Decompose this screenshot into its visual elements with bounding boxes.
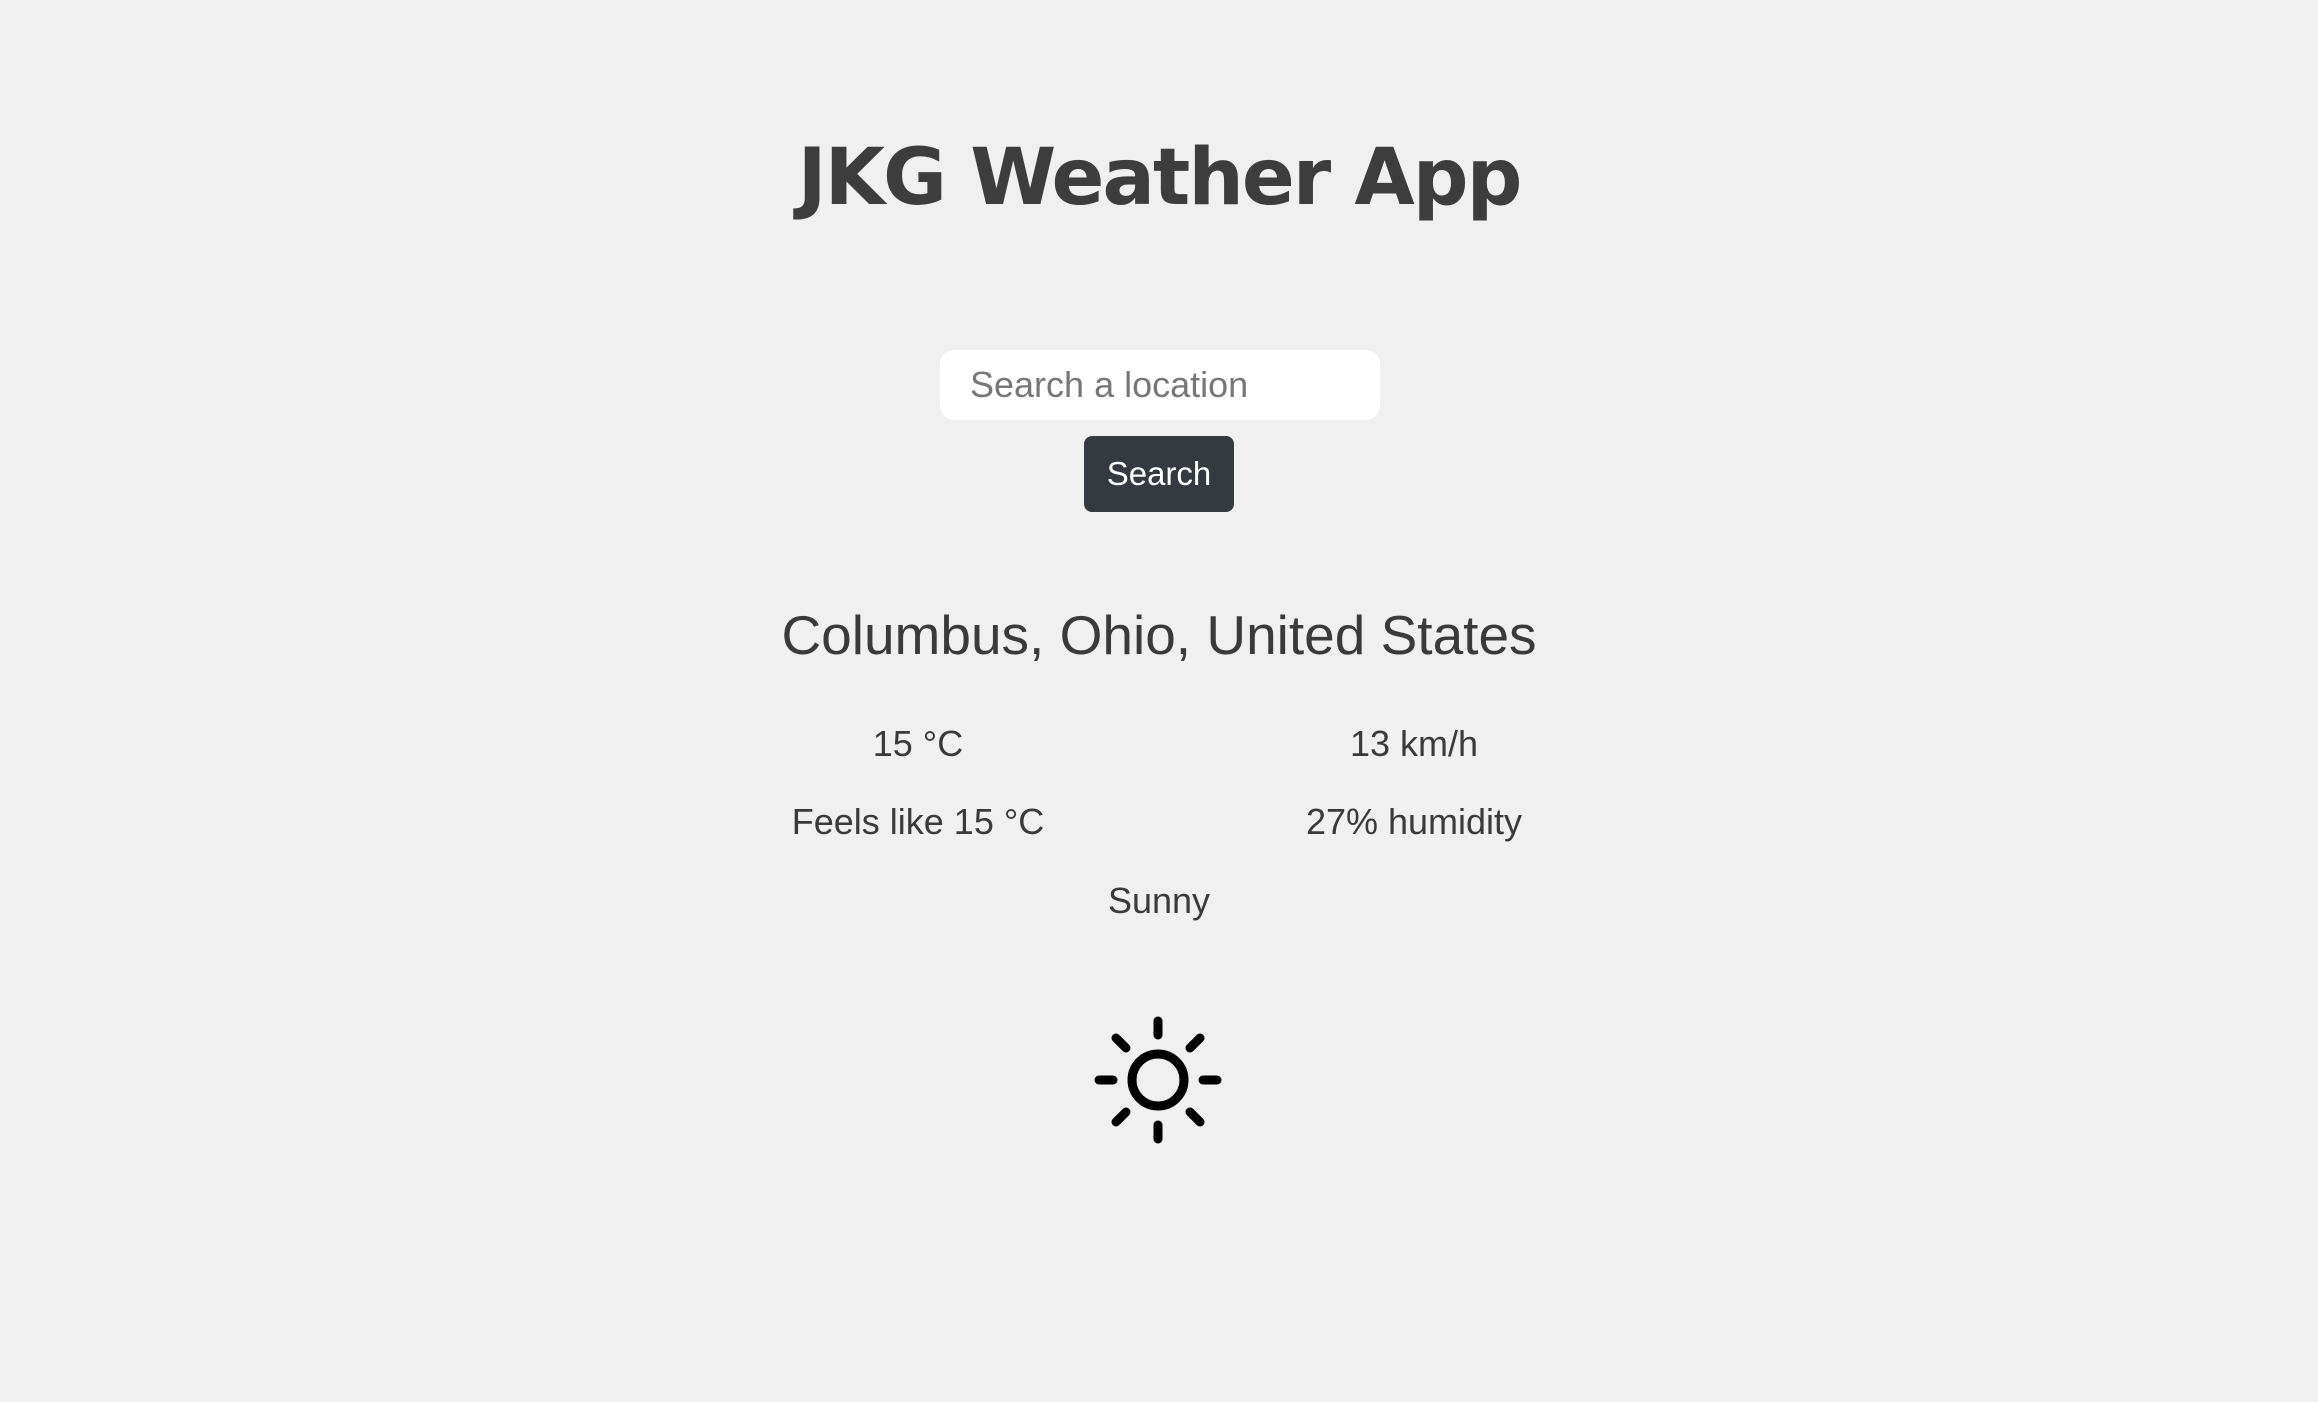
wind-speed: 13 km/h [1349,723,1479,764]
weather-condition: Sunny [1107,880,1211,921]
search-input[interactable] [940,350,1380,420]
humidity: 27% humidity [1305,801,1523,842]
feels-like: Feels like 15 °C [791,801,1045,842]
sun-icon [1094,1016,1222,1144]
app-title: JKG Weather App [797,133,1523,223]
temperature: 15 °C [872,723,964,764]
weather-app: JKG Weather App Search Columbus, Ohio, U… [0,0,2318,1402]
search-button[interactable]: Search [1084,436,1234,512]
location-name: Columbus, Ohio, United States [781,604,1537,666]
